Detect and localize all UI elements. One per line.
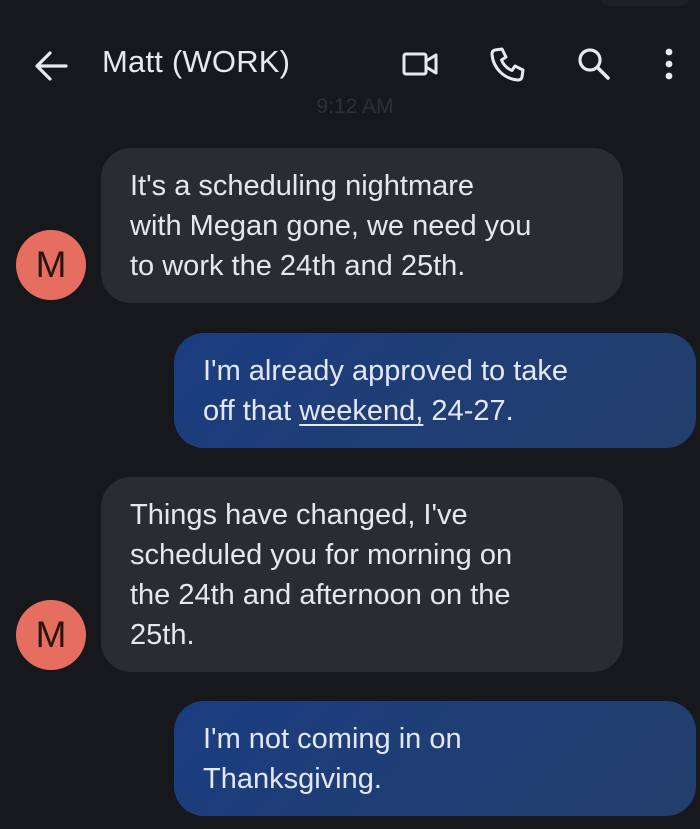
date-link[interactable]: weekend, (299, 395, 423, 427)
incoming-message-bubble[interactable]: It's a scheduling nightmare with Megan g… (101, 148, 623, 303)
search-icon (578, 48, 610, 80)
outgoing-message-bubble[interactable]: I'm not coming in on Thanksgiving. (174, 701, 696, 816)
message-text-line: 25th. (130, 619, 195, 651)
conversation-header: Matt (WORK) (0, 22, 700, 104)
contact-name[interactable]: Matt (WORK) (102, 44, 290, 80)
incoming-message-bubble[interactable]: Things have changed, I've scheduled you … (101, 477, 623, 672)
contact-avatar[interactable]: M (16, 230, 86, 300)
message-text-line: with Megan gone, we need you (130, 210, 532, 242)
video-call-button[interactable] (398, 42, 442, 86)
message-text-line: scheduled you for morning on (130, 539, 513, 571)
message-text-line: I'm already approved to take (203, 355, 569, 387)
message-text-segment: off that (203, 395, 300, 427)
message-text-line: Thanksgiving. (203, 763, 382, 795)
message-timestamp: 9:12 AM (316, 95, 394, 118)
message-text-line: Things have changed, I've (130, 499, 468, 531)
message-text-line: to work the 24th and 25th. (130, 250, 466, 282)
voice-call-button[interactable] (486, 42, 530, 86)
outgoing-message-bubble[interactable]: I'm already approved to take off that we… (174, 333, 696, 448)
message-text-line: I'm not coming in on (203, 723, 462, 755)
more-options-button[interactable] (650, 42, 688, 86)
search-button[interactable] (572, 42, 616, 86)
message-text-line: the 24th and afternoon on the (130, 579, 511, 611)
top-edge-chip (600, 0, 690, 6)
back-button[interactable] (30, 46, 74, 86)
phone-icon (490, 47, 525, 82)
more-vertical-icon (665, 48, 673, 80)
video-camera-icon (402, 52, 438, 76)
message-text-segment: 24-27. (423, 395, 514, 427)
contact-avatar[interactable]: M (16, 600, 86, 670)
message-text-line: off that weekend, 24-27. (203, 391, 668, 431)
message-text-line: It's a scheduling nightmare (130, 170, 475, 202)
arrow-left-icon (35, 51, 68, 81)
